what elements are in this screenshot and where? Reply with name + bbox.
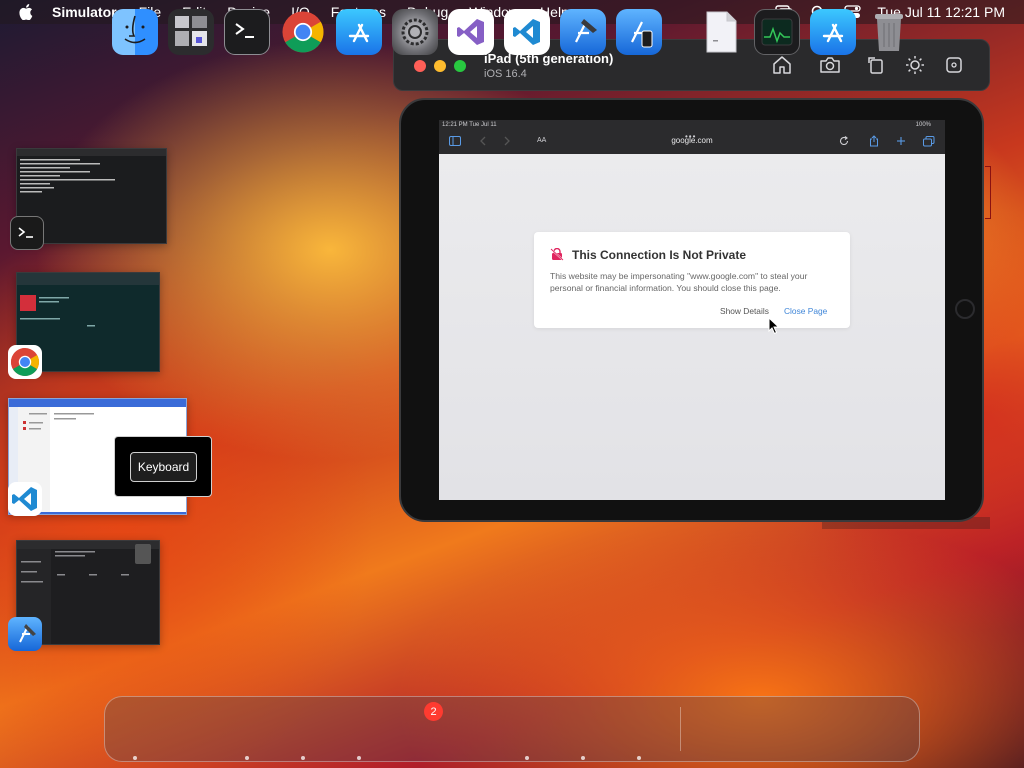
terminal-app-icon — [10, 216, 44, 250]
dock-running-indicator — [357, 756, 361, 760]
settings-gear-icon — [401, 18, 429, 46]
ipad-home-button[interactable] — [955, 299, 975, 319]
new-tab-plus-icon[interactable] — [895, 135, 907, 147]
home-icon[interactable] — [771, 54, 793, 76]
visual-studio-icon — [457, 19, 484, 45]
dock-system-settings[interactable] — [392, 9, 438, 55]
keyboard-button[interactable]: Keyboard — [130, 452, 197, 482]
vscode-app-icon — [8, 482, 42, 516]
dock-chrome[interactable] — [280, 9, 326, 55]
share-icon[interactable] — [868, 135, 880, 147]
more-options-icon[interactable] — [943, 54, 965, 76]
os-version: iOS 16.4 — [484, 68, 527, 80]
dock-terminal[interactable] — [224, 9, 270, 55]
dock-vscode[interactable] — [504, 9, 550, 55]
warning-lock-icon — [550, 248, 564, 261]
appearance-icon[interactable] — [904, 54, 926, 76]
dock-preview[interactable] — [168, 9, 214, 55]
dock-simulator[interactable] — [616, 9, 662, 55]
zoom-window-button[interactable] — [454, 60, 466, 72]
warning-title: This Connection Is Not Private — [572, 248, 747, 262]
dock-running-indicator — [581, 756, 585, 760]
back-chevron-icon[interactable] — [477, 135, 489, 147]
app-store-icon — [348, 23, 370, 43]
simulator-icon — [631, 21, 653, 48]
menu-app-name[interactable]: Simulator — [52, 4, 117, 20]
close-window-button[interactable] — [414, 60, 426, 72]
screenshot-icon[interactable] — [819, 54, 841, 76]
terminal-icon — [235, 23, 254, 38]
ipad-status-bar: 12:21 PM Tue Jul 11 100% — [439, 120, 945, 130]
ipad-status-battery: 100% — [915, 122, 931, 128]
tabs-overview-icon[interactable] — [923, 135, 935, 147]
warning-message: This website may be impersonating "www.g… — [550, 271, 808, 293]
dock-finder[interactable] — [112, 9, 158, 55]
ipad-status-time: 12:21 PM Tue Jul 11 — [442, 122, 497, 128]
reader-aa-button[interactable]: AA — [537, 137, 546, 144]
safari-toolbar: ••• AA google.com — [439, 130, 945, 154]
finder-icon — [124, 15, 146, 44]
trash-icon — [875, 14, 903, 51]
sidebar-icon[interactable] — [449, 135, 461, 147]
dock-activity-monitor[interactable] — [754, 9, 800, 55]
xcode-hammer-icon — [575, 19, 597, 43]
reload-icon[interactable] — [838, 135, 850, 147]
chrome-app-icon — [8, 345, 42, 379]
chrome-icon — [282, 11, 324, 53]
dock-running-indicator — [245, 756, 249, 760]
background-window-edge — [985, 166, 991, 219]
dock-visual-studio[interactable] — [448, 9, 494, 55]
close-page-button[interactable]: Close Page — [784, 306, 827, 316]
dock-running-indicator — [637, 756, 641, 760]
not-private-warning: This Connection Is Not Private This webs… — [534, 232, 850, 328]
dock-xcode[interactable] — [560, 9, 606, 55]
app-store-download-icon — [822, 23, 844, 43]
dock-running-indicator — [525, 756, 529, 760]
dock-document[interactable] — [698, 9, 744, 55]
dock-app-store-download[interactable] — [810, 9, 856, 55]
preview-icon — [175, 16, 207, 46]
dock-running-indicator — [133, 756, 137, 760]
dock-separator — [680, 707, 681, 751]
document-file-icon — [706, 11, 737, 53]
apple-menu-icon[interactable] — [19, 4, 33, 20]
activity-monitor-icon — [761, 18, 793, 46]
dock-app-store[interactable] — [336, 9, 382, 55]
dock — [104, 696, 920, 762]
dock-trash[interactable] — [866, 9, 912, 55]
rotate-icon[interactable] — [865, 54, 887, 76]
minimize-window-button[interactable] — [434, 60, 446, 72]
show-details-button[interactable]: Show Details — [720, 306, 769, 316]
vscode-icon — [513, 19, 540, 45]
address-bar[interactable]: google.com — [659, 136, 725, 145]
mouse-cursor-icon — [768, 317, 780, 335]
keyboard-tooltip: Keyboard — [114, 436, 212, 497]
dock-running-indicator — [301, 756, 305, 760]
ipad-screen[interactable]: 12:21 PM Tue Jul 11 100% ••• AA google.c… — [439, 120, 945, 500]
settings-notification-badge: 2 — [424, 702, 443, 721]
forward-chevron-icon[interactable] — [501, 135, 513, 147]
xcode-app-icon — [8, 617, 42, 651]
